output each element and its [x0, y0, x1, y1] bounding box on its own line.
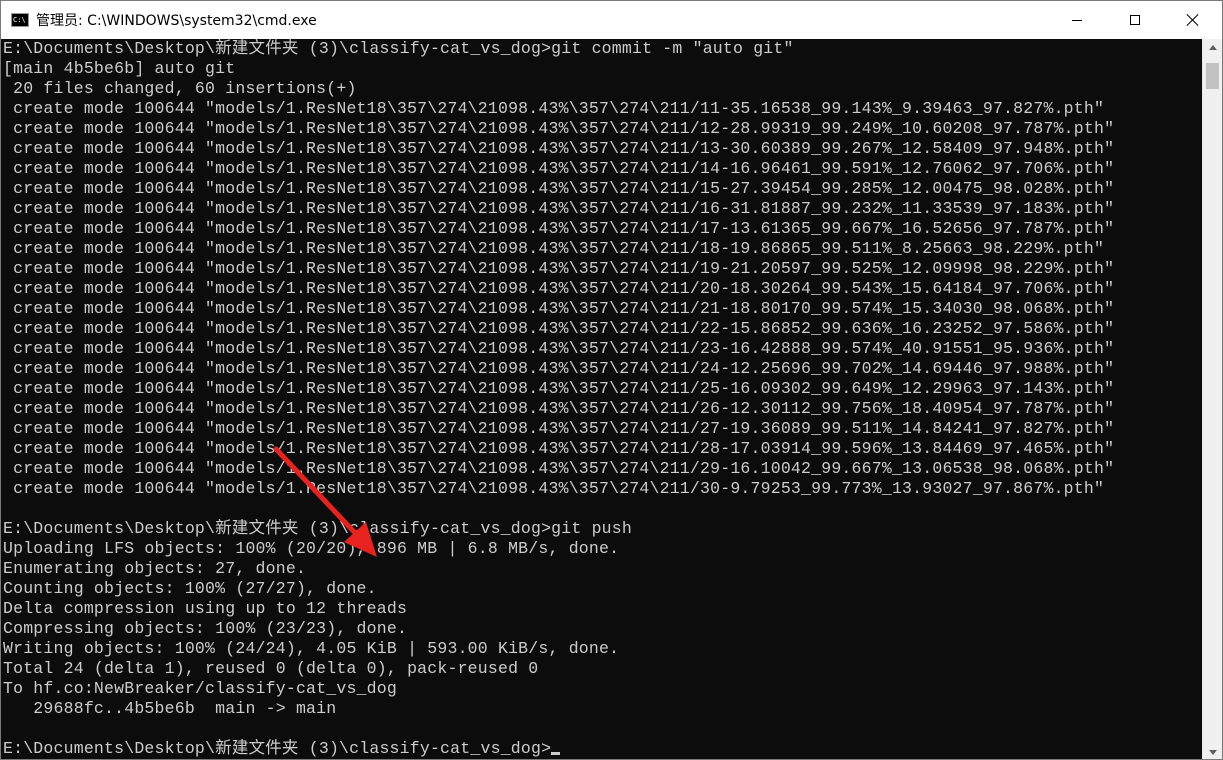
console-line: create mode 100644 "models/1.ResNet18\35… — [3, 279, 1203, 299]
console-line-text: create mode 100644 "models/1.ResNet18\35… — [3, 399, 1115, 418]
console-line-text: To hf.co:NewBreaker/classify-cat_vs_dog — [3, 679, 397, 698]
console-line: Counting objects: 100% (27/27), done. — [3, 579, 1203, 599]
console-line-text: create mode 100644 "models/1.ResNet18\35… — [3, 339, 1115, 358]
minimize-icon — [1072, 19, 1082, 21]
console-line: create mode 100644 "models/1.ResNet18\35… — [3, 359, 1203, 379]
console-line: create mode 100644 "models/1.ResNet18\35… — [3, 239, 1203, 259]
arrow-down-icon — [1208, 750, 1217, 755]
console-line: create mode 100644 "models/1.ResNet18\35… — [3, 99, 1203, 119]
console-line: create mode 100644 "models/1.ResNet18\35… — [3, 219, 1203, 239]
maximize-icon — [1130, 15, 1140, 25]
minimize-button[interactable] — [1048, 1, 1106, 39]
console-line: create mode 100644 "models/1.ResNet18\35… — [3, 259, 1203, 279]
console-output[interactable]: E:\Documents\Desktop\新建文件夹 (3)\classify-… — [1, 39, 1203, 759]
console-line-text: create mode 100644 "models/1.ResNet18\35… — [3, 239, 1105, 258]
scroll-down-button[interactable] — [1203, 744, 1222, 759]
console-line-text: create mode 100644 "models/1.ResNet18\35… — [3, 379, 1115, 398]
console-line: create mode 100644 "models/1.ResNet18\35… — [3, 419, 1203, 439]
console-line-text: Uploading LFS objects: 100% (20/20), 896… — [3, 539, 620, 558]
console-line: create mode 100644 "models/1.ResNet18\35… — [3, 439, 1203, 459]
console-line-text: [main 4b5be6b] auto git — [3, 59, 236, 78]
console-line-text: 29688fc..4b5be6b main -> main — [3, 699, 337, 718]
console-line-text: Enumerating objects: 27, done. — [3, 559, 307, 578]
console-line-text: create mode 100644 "models/1.ResNet18\35… — [3, 319, 1115, 338]
close-button[interactable] — [1164, 1, 1222, 39]
console-line-text: create mode 100644 "models/1.ResNet18\35… — [3, 279, 1115, 298]
scroll-thumb[interactable] — [1206, 63, 1219, 89]
console-line: Uploading LFS objects: 100% (20/20), 896… — [3, 539, 1203, 559]
console-line: create mode 100644 "models/1.ResNet18\35… — [3, 159, 1203, 179]
console-line-text: create mode 100644 "models/1.ResNet18\35… — [3, 199, 1115, 218]
console-line: Total 24 (delta 1), reused 0 (delta 0), … — [3, 659, 1203, 679]
console-line: 29688fc..4b5be6b main -> main — [3, 699, 1203, 719]
title-bar[interactable]: 管理员: C:\WINDOWS\system32\cmd.exe — [1, 1, 1222, 39]
console-line-text: create mode 100644 "models/1.ResNet18\35… — [3, 419, 1115, 438]
vertical-scrollbar[interactable] — [1202, 39, 1222, 759]
console-line: Compressing objects: 100% (23/23), done. — [3, 619, 1203, 639]
console-line-text: Delta compression using up to 12 threads — [3, 599, 408, 618]
console-line-text: create mode 100644 "models/1.ResNet18\35… — [3, 479, 1105, 498]
console-line: [main 4b5be6b] auto git — [3, 59, 1203, 79]
console-line-text: create mode 100644 "models/1.ResNet18\35… — [3, 119, 1115, 138]
console-line-text: E:\Documents\Desktop\新建文件夹 (3)\classify-… — [3, 739, 552, 758]
cmd-window: 管理员: C:\WINDOWS\system32\cmd.exe E:\Docu… — [0, 0, 1223, 760]
console-line-text: create mode 100644 "models/1.ResNet18\35… — [3, 299, 1115, 318]
console-line: E:\Documents\Desktop\新建文件夹 (3)\classify-… — [3, 739, 1203, 759]
cmd-icon — [11, 13, 29, 27]
console-line: create mode 100644 "models/1.ResNet18\35… — [3, 379, 1203, 399]
console-line-text: E:\Documents\Desktop\新建文件夹 (3)\classify-… — [3, 519, 632, 538]
console-line-text: create mode 100644 "models/1.ResNet18\35… — [3, 159, 1115, 178]
console-line: To hf.co:NewBreaker/classify-cat_vs_dog — [3, 679, 1203, 699]
console-line-text: create mode 100644 "models/1.ResNet18\35… — [3, 179, 1115, 198]
window-controls — [1048, 1, 1222, 39]
console-line-text: create mode 100644 "models/1.ResNet18\35… — [3, 459, 1115, 478]
console-line-text: Counting objects: 100% (27/27), done. — [3, 579, 377, 598]
console-line-text: create mode 100644 "models/1.ResNet18\35… — [3, 359, 1115, 378]
console-line: create mode 100644 "models/1.ResNet18\35… — [3, 319, 1203, 339]
console-line-text: Compressing objects: 100% (23/23), done. — [3, 619, 408, 638]
console-line-text: Writing objects: 100% (24/24), 4.05 KiB … — [3, 639, 620, 658]
console-line-text: create mode 100644 "models/1.ResNet18\35… — [3, 219, 1115, 238]
console-line: Delta compression using up to 12 threads — [3, 599, 1203, 619]
console-line-text: 20 files changed, 60 insertions(+) — [3, 79, 357, 98]
console-line: create mode 100644 "models/1.ResNet18\35… — [3, 179, 1203, 199]
console-line-text: Total 24 (delta 1), reused 0 (delta 0), … — [3, 659, 539, 678]
console-line-text: create mode 100644 "models/1.ResNet18\35… — [3, 439, 1115, 458]
console-line: E:\Documents\Desktop\新建文件夹 (3)\classify-… — [3, 519, 1203, 539]
console-line-text: create mode 100644 "models/1.ResNet18\35… — [3, 139, 1115, 158]
scroll-up-button[interactable] — [1203, 39, 1222, 56]
console-line: create mode 100644 "models/1.ResNet18\35… — [3, 459, 1203, 479]
console-line: create mode 100644 "models/1.ResNet18\35… — [3, 119, 1203, 139]
maximize-button[interactable] — [1106, 1, 1164, 39]
console-line: create mode 100644 "models/1.ResNet18\35… — [3, 479, 1203, 499]
console-line: create mode 100644 "models/1.ResNet18\35… — [3, 199, 1203, 219]
console-line: Enumerating objects: 27, done. — [3, 559, 1203, 579]
console-line: create mode 100644 "models/1.ResNet18\35… — [3, 339, 1203, 359]
console-line: E:\Documents\Desktop\新建文件夹 (3)\classify-… — [3, 39, 1203, 59]
window-title: 管理员: C:\WINDOWS\system32\cmd.exe — [36, 13, 317, 29]
console-line: create mode 100644 "models/1.ResNet18\35… — [3, 299, 1203, 319]
console-line-text: create mode 100644 "models/1.ResNet18\35… — [3, 99, 1105, 118]
console-line: 20 files changed, 60 insertions(+) — [3, 79, 1203, 99]
console-line-text: E:\Documents\Desktop\新建文件夹 (3)\classify-… — [3, 39, 794, 58]
console-line: Writing objects: 100% (24/24), 4.05 KiB … — [3, 639, 1203, 659]
console-line-text: create mode 100644 "models/1.ResNet18\35… — [3, 259, 1115, 278]
text-cursor — [551, 752, 561, 755]
close-icon — [1187, 14, 1199, 26]
arrow-up-icon — [1208, 45, 1217, 50]
console-lines: E:\Documents\Desktop\新建文件夹 (3)\classify-… — [1, 39, 1203, 759]
console-line: create mode 100644 "models/1.ResNet18\35… — [3, 399, 1203, 419]
console-line: create mode 100644 "models/1.ResNet18\35… — [3, 139, 1203, 159]
